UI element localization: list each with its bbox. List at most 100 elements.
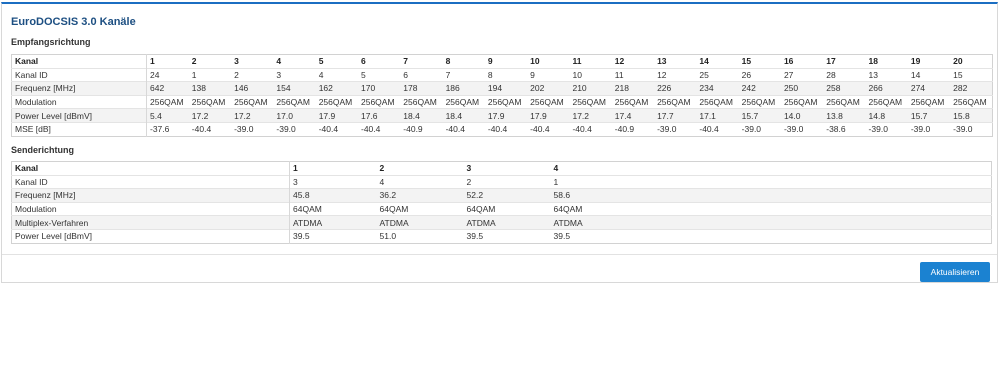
- header-label: Kanal: [11, 54, 147, 69]
- table-cell: 17.2: [234, 110, 251, 121]
- filler-cell: [638, 202, 992, 216]
- table-cell: 3: [276, 69, 282, 80]
- table-cell: 17.9: [530, 110, 547, 121]
- table-cell: 45.8: [293, 190, 310, 201]
- table-cell: 39.5: [293, 231, 310, 242]
- table-cell: 5.4: [150, 110, 162, 121]
- table-cell: 258: [826, 83, 841, 94]
- row-label: Modulation: [11, 202, 290, 216]
- table-cell: -39.0: [910, 124, 931, 135]
- refresh-button[interactable]: Aktualisieren: [920, 262, 990, 282]
- header-cell: 19: [910, 56, 921, 67]
- table-cell: 12: [657, 69, 667, 80]
- header-cell: 18: [868, 56, 879, 67]
- table-cell: 17.0: [276, 110, 293, 121]
- table-cell: -39.0: [953, 124, 973, 135]
- table-cell: -40.4: [487, 124, 508, 135]
- header-cell: 4: [553, 163, 559, 174]
- table-cell: 6: [403, 69, 409, 80]
- table-cell: 64QAM: [553, 204, 583, 215]
- header-cell: 15: [741, 56, 752, 67]
- header-cell: 3: [466, 163, 472, 174]
- table-cell: -39.0: [868, 124, 888, 135]
- table-cell: 256QAM: [953, 97, 987, 108]
- table-cell: ATDMA: [293, 217, 323, 228]
- header-cell: 10: [530, 56, 540, 67]
- row-label: Modulation: [11, 95, 147, 109]
- header-label: Kanal: [11, 161, 290, 176]
- table-cell: 17.2: [191, 110, 209, 121]
- header-cell: 11: [572, 56, 582, 67]
- table-cell: -40.4: [360, 124, 381, 135]
- table-cell: 256QAM: [741, 97, 776, 108]
- table-cell: -39.0: [783, 124, 804, 135]
- row-label: Power Level [dBmV]: [11, 108, 147, 123]
- table-cell: 51.0: [379, 231, 397, 242]
- table-cell: 28: [826, 69, 836, 80]
- table-cell: -39.0: [276, 124, 296, 135]
- table-cell: 15.8: [953, 110, 970, 121]
- table-cell: 36.2: [379, 190, 397, 201]
- header-cell: 3: [234, 56, 239, 67]
- table-cell: ATDMA: [553, 217, 583, 228]
- table-row: Multiplex-Verfahren ATDMA ATDMA ATDMA ATDMA: [11, 215, 992, 230]
- table-cell: ATDMA: [466, 217, 496, 228]
- header-cell: 17: [826, 56, 836, 67]
- table-cell: 14.8: [868, 110, 886, 121]
- table-cell: 17.1: [699, 110, 716, 121]
- table-cell: 15: [953, 69, 963, 80]
- table-cell: 18.4: [445, 110, 463, 121]
- table-cell: 266: [868, 83, 883, 94]
- table-cell: 18.4: [403, 110, 420, 121]
- channels-panel: EuroDOCSIS 3.0 Kanäle Empfangsrichtung K…: [1, 2, 998, 283]
- table-cell: -39.0: [657, 124, 677, 135]
- table-cell: 64QAM: [293, 204, 322, 215]
- table-row: Frequenz [MHz] 642 138 146 154 162 170 178 186 19…: [11, 81, 993, 96]
- row-label: Kanal ID: [11, 175, 290, 189]
- table-cell: 1: [191, 69, 197, 80]
- filler-cell: [638, 189, 992, 203]
- table-cell: 4: [379, 176, 385, 187]
- table-cell: 242: [741, 83, 756, 94]
- table-cell: 138: [191, 83, 206, 94]
- table-cell: 256QAM: [614, 97, 649, 108]
- table-cell: 256QAM: [572, 97, 607, 108]
- table-cell: 282: [953, 83, 968, 94]
- table-cell: 218: [614, 83, 629, 94]
- table-cell: 15.7: [741, 110, 759, 121]
- table-cell: 2: [466, 176, 472, 187]
- header-cell: 13: [657, 56, 667, 67]
- table-cell: -40.4: [318, 124, 339, 135]
- row-label: MSE [dB]: [11, 122, 147, 137]
- header-cell: 20: [953, 56, 963, 67]
- table-cell: 58.6: [553, 190, 571, 201]
- header-cell: 4: [276, 56, 282, 67]
- table-cell: 186: [445, 83, 460, 94]
- table-cell: -37.6: [150, 124, 170, 135]
- table-cell: 256QAM: [191, 97, 226, 108]
- header-cell: 5: [318, 56, 324, 67]
- header-cell: 9: [487, 56, 493, 67]
- footer-divider: [2, 254, 997, 255]
- table-cell: 52.2: [466, 190, 484, 201]
- header-cell: 16: [783, 56, 794, 67]
- table-cell: 17.9: [318, 110, 336, 121]
- table-cell: 3: [293, 176, 298, 187]
- row-label: Frequenz [MHz]: [11, 81, 147, 96]
- table-cell: -40.9: [614, 124, 635, 135]
- table-header-row: Kanal 1 2 3 4: [11, 161, 992, 176]
- table-cell: 256QAM: [234, 97, 268, 108]
- table-cell: 14.0: [783, 110, 801, 121]
- table-cell: -40.4: [530, 124, 550, 135]
- table-cell: 13: [868, 69, 879, 80]
- table-cell: 256QAM: [699, 97, 733, 108]
- header-cell: 2: [379, 163, 385, 174]
- row-label: Multiplex-Verfahren: [11, 215, 290, 230]
- table-row: Modulation 256QAM 256QAM 256QAM 256QAM 256QAM…: [11, 95, 993, 109]
- table-cell: -40.4: [191, 124, 212, 135]
- table-cell: 17.9: [487, 110, 505, 121]
- table-cell: 256QAM: [530, 97, 564, 108]
- table-cell: -39.0: [741, 124, 762, 135]
- table-cell: 162: [318, 83, 333, 94]
- table-cell: 27: [783, 69, 794, 80]
